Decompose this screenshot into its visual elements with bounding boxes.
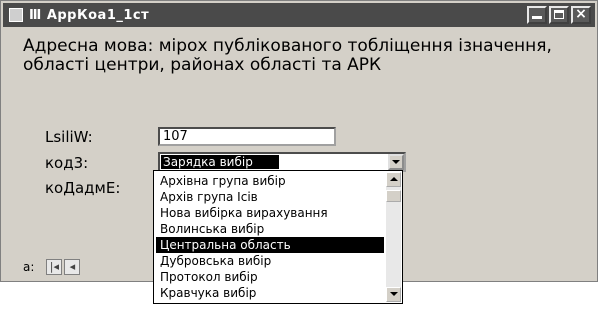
minimize-icon	[532, 16, 542, 19]
type-combobox[interactable]: Зарядка вибір	[158, 152, 406, 172]
type-label: код3:	[45, 154, 89, 172]
close-icon: ×	[575, 6, 587, 22]
title-bar[interactable]: Ⅲ АррКоа1_1ст ×	[3, 3, 595, 27]
record-navigator: а: |◂ ◂	[23, 258, 82, 276]
window-controls: ×	[527, 6, 591, 24]
record-label: а:	[23, 260, 35, 274]
scrollbar-thumb[interactable]	[386, 190, 401, 202]
chevron-down-icon[interactable]	[386, 287, 401, 302]
chevron-up-icon[interactable]	[386, 172, 401, 187]
window-title: Ⅲ АррКоа1_1ст	[29, 7, 150, 23]
id-label: LsiliW:	[45, 128, 93, 146]
minimize-button[interactable]	[527, 6, 547, 24]
parent-label: коДадмЕ:	[45, 179, 121, 197]
dropdown-item[interactable]: Нова вибірка вирахування	[156, 205, 384, 221]
maximize-icon	[554, 10, 564, 19]
type-combobox-value: Зарядка вибір	[161, 155, 279, 169]
close-button[interactable]: ×	[571, 6, 591, 24]
maximize-button[interactable]	[549, 6, 569, 24]
dropdown-item[interactable]: Протокол вибір	[156, 269, 384, 285]
dropdown-item[interactable]: Архівна група вибір	[156, 173, 384, 189]
form-header-text: Адресна мова: мірох публікованого тобліщ…	[23, 36, 552, 75]
id-field[interactable]: 107	[158, 127, 336, 146]
dropdown-item[interactable]: Волинська вибір	[156, 221, 384, 237]
dropdown-item[interactable]: Архів група Ісів	[156, 189, 384, 205]
dropdown-item[interactable]: Кравчука вибір	[156, 285, 384, 301]
type-dropdown-list[interactable]: Архівна група вибір Архів група Ісів Нов…	[153, 170, 403, 304]
combobox-dropdown-button[interactable]	[388, 154, 404, 170]
first-record-button[interactable]: |◂	[46, 259, 63, 275]
app-icon	[9, 8, 23, 22]
dropdown-scrollbar[interactable]	[386, 172, 401, 302]
dropdown-item-selected[interactable]: Центральна область	[156, 237, 384, 253]
prev-record-button[interactable]: ◂	[64, 259, 81, 275]
dropdown-item[interactable]: Дубровська вибір	[156, 253, 384, 269]
